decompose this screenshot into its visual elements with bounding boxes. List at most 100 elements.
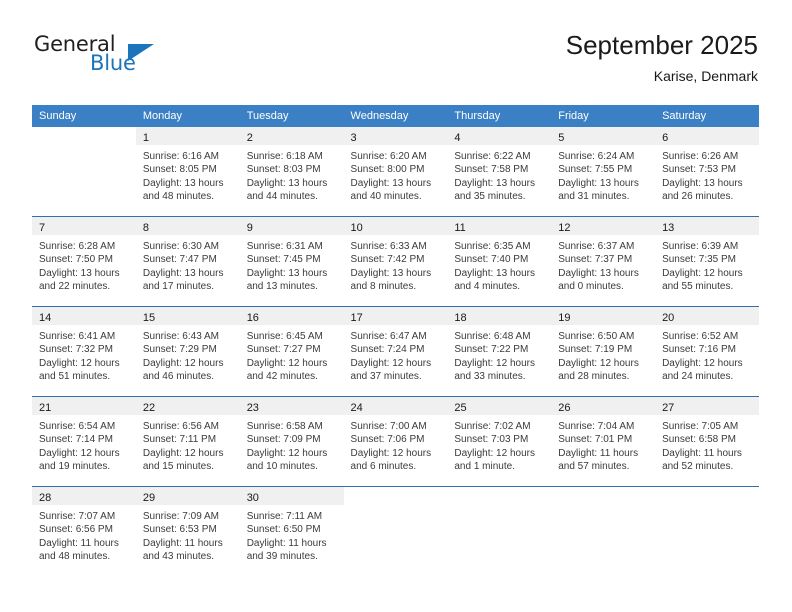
day-detail-lines: Sunrise: 7:07 AM Sunset: 6:56 PM Daylight:… [32,505,136,564]
day-number-band: 13 [655,217,759,235]
day-detail-line: Sunset: 7:24 PM [350,344,425,356]
calendar-day-cell[interactable]: 5 Sunrise: 6:24 AM Sunset: 7:55 PM Daylight… [551,127,656,217]
calendar-day-cell[interactable]: 14 Sunrise: 6:41 AM Sunset: 7:32 PM Dayligh… [32,306,136,397]
calendar-day-cell[interactable]: 7 Sunrise: 6:28 AM Sunset: 7:50 PM Daylight… [32,216,136,307]
day-cell-inner: 25 Sunrise: 7:02 AM Sunset: 7:03 PM Dayligh… [447,397,552,486]
day-detail-line: Sunset: 7:37 PM [558,254,633,266]
generalblue-logo[interactable]: General Blue [34,32,214,82]
day-number: 3 [350,132,357,144]
day-detail-lines: Sunrise: 7:04 AM Sunset: 7:01 PM Daylight:… [551,415,655,474]
day-number-band [551,487,655,505]
day-detail-line: Daylight: 13 hours [662,177,743,189]
day-detail-lines: Sunrise: 6:45 AM Sunset: 7:27 PM Daylight:… [240,325,344,384]
calendar-day-cell[interactable]: 3 Sunrise: 6:20 AM Sunset: 8:00 PM Daylight… [343,127,448,217]
calendar-day-cell[interactable]: 20 Sunrise: 6:52 AM Sunset: 7:16 PM Dayligh… [655,306,759,397]
calendar-day-cell[interactable]: 9 Sunrise: 6:31 AM Sunset: 7:45 PM Daylight… [239,216,344,307]
day-cell-inner: 13 Sunrise: 6:39 AM Sunset: 7:35 PM Dayligh… [655,217,759,306]
calendar-day-cell[interactable]: 28 Sunrise: 7:07 AM Sunset: 6:56 PM Dayligh… [32,486,136,576]
calendar-day-cell[interactable]: 19 Sunrise: 6:50 AM Sunset: 7:19 PM Dayligh… [551,306,656,397]
day-detail-line: and 46 minutes. [142,371,215,383]
day-detail-line: and 55 minutes. [662,281,734,293]
day-number: 2 [246,132,253,144]
day-detail-lines: Sunrise: 6:52 AM Sunset: 7:16 PM Daylight:… [655,325,759,384]
day-cell-inner: 8 Sunrise: 6:30 AM Sunset: 7:47 PM Daylight… [135,217,240,306]
day-number-band: 20 [655,307,759,325]
day-detail-line: Daylight: 13 hours [350,267,432,279]
day-cell-inner: 3 Sunrise: 6:20 AM Sunset: 8:00 PM Daylight… [343,127,448,216]
calendar-day-cell[interactable]: 11 Sunrise: 6:35 AM Sunset: 7:40 PM Dayligh… [447,216,552,307]
calendar-grid: Sunday Monday Tuesday Wednesday Thursday Frid… [32,105,759,576]
day-detail-lines: Sunrise: 6:26 AM Sunset: 7:53 PM Daylight:… [655,145,759,204]
weekday-header-monday: Monday [135,105,240,127]
day-cell-inner: 9 Sunrise: 6:31 AM Sunset: 7:45 PM Daylight… [239,217,344,306]
calendar-day-cell[interactable]: 8 Sunrise: 6:30 AM Sunset: 7:47 PM Daylight… [135,216,240,307]
calendar-day-cell[interactable]: 1 Sunrise: 6:16 AM Sunset: 8:05 PM Daylight… [135,127,240,217]
day-detail-line: and 24 minutes. [662,371,734,383]
calendar-day-cell[interactable]: 23 Sunrise: 6:58 AM Sunset: 7:09 PM Dayligh… [239,396,344,487]
calendar-day-cell[interactable]: 26 Sunrise: 7:04 AM Sunset: 7:01 PM Dayligh… [551,396,656,487]
calendar-day-cell[interactable]: 25 Sunrise: 7:02 AM Sunset: 7:03 PM Dayligh… [447,396,552,487]
day-detail-line: Sunrise: 6:20 AM [350,151,427,162]
calendar-day-cell[interactable]: 29 Sunrise: 7:09 AM Sunset: 6:53 PM Dayligh… [135,486,240,576]
calendar-day-cell[interactable]: 27 Sunrise: 7:05 AM Sunset: 6:58 PM Dayligh… [655,396,759,487]
day-detail-line: and 37 minutes. [350,371,422,383]
calendar-day-cell[interactable]: 24 Sunrise: 7:00 AM Sunset: 7:06 PM Dayligh… [343,396,448,487]
calendar-day-cell[interactable]: 18 Sunrise: 6:48 AM Sunset: 7:22 PM Dayligh… [447,306,552,397]
calendar-day-cell[interactable]: 21 Sunrise: 6:54 AM Sunset: 7:14 PM Dayligh… [32,396,136,487]
day-cell-inner [344,487,448,576]
day-detail-lines [551,505,655,510]
calendar-day-cell[interactable]: 16 Sunrise: 6:45 AM Sunset: 7:27 PM Dayligh… [239,306,344,397]
day-detail-lines: Sunrise: 7:05 AM Sunset: 6:58 PM Daylight:… [655,415,759,474]
day-detail-line: Sunset: 8:05 PM [142,164,217,176]
page-title: September 2025 [565,30,758,60]
day-detail-line: Sunset: 7:53 PM [662,164,736,176]
day-detail-line: Sunset: 7:03 PM [454,434,529,446]
day-cell-inner: 16 Sunrise: 6:45 AM Sunset: 7:27 PM Dayligh… [239,307,344,396]
day-detail-line: Sunrise: 6:58 AM [246,421,323,432]
day-detail-lines: Sunrise: 6:18 AM Sunset: 8:03 PM Daylight:… [240,145,344,204]
calendar-day-cell[interactable]: 2 Sunrise: 6:18 AM Sunset: 8:03 PM Daylight… [239,127,344,217]
calendar-day-cell[interactable]: 30 Sunrise: 7:11 AM Sunset: 6:50 PM Dayligh… [239,486,344,576]
day-detail-line: and 52 minutes. [662,461,734,473]
day-detail-lines [655,505,759,510]
day-detail-line: Sunset: 7:14 PM [39,434,113,446]
day-detail-line: Sunset: 7:19 PM [558,344,633,356]
day-number-band: 15 [135,307,240,325]
calendar-day-cell[interactable]: 10 Sunrise: 6:33 AM Sunset: 7:42 PM Dayligh… [343,216,448,307]
day-detail-line: Sunrise: 6:39 AM [662,241,739,252]
day-cell-inner: 27 Sunrise: 7:05 AM Sunset: 6:58 PM Dayligh… [655,397,759,486]
day-number: 15 [142,312,156,324]
calendar-day-cell[interactable]: 17 Sunrise: 6:47 AM Sunset: 7:24 PM Dayligh… [343,306,448,397]
day-cell-inner: 5 Sunrise: 6:24 AM Sunset: 7:55 PM Daylight… [551,127,656,216]
day-detail-line: Daylight: 13 hours [454,177,535,189]
day-detail-line: Sunset: 8:03 PM [246,164,321,176]
day-detail-lines: Sunrise: 6:43 AM Sunset: 7:29 PM Daylight:… [136,325,240,384]
day-number: 7 [39,222,46,234]
calendar-week-row: 28 Sunrise: 7:07 AM Sunset: 6:56 PM Dayligh… [32,486,759,576]
day-number: 25 [454,402,467,414]
day-cell-inner: 2 Sunrise: 6:18 AM Sunset: 8:03 PM Daylight… [239,127,344,216]
day-detail-line: Daylight: 11 hours [246,537,327,549]
day-detail-line: Sunrise: 6:18 AM [246,151,323,162]
day-cell-inner: 7 Sunrise: 6:28 AM Sunset: 7:50 PM Daylight… [32,217,136,306]
calendar-day-cell-empty [447,486,552,576]
calendar-day-cell[interactable]: 13 Sunrise: 6:39 AM Sunset: 7:35 PM Dayligh… [655,216,759,307]
calendar-page: General Blue September 2025 Karise, Denm… [0,0,792,612]
day-detail-line: Sunrise: 6:37 AM [558,241,635,252]
calendar-body: 1 Sunrise: 6:16 AM Sunset: 8:05 PM Daylight… [32,127,759,576]
day-number-band [344,487,448,505]
day-detail-line: and 48 minutes. [142,191,215,203]
day-cell-inner: 10 Sunrise: 6:33 AM Sunset: 7:42 PM Dayligh… [343,217,448,306]
day-detail-line: Sunset: 7:55 PM [558,164,633,176]
day-detail-line: Daylight: 12 hours [454,357,535,369]
day-detail-line: Daylight: 13 hours [246,177,328,189]
calendar-day-cell[interactable]: 22 Sunrise: 6:56 AM Sunset: 7:11 PM Dayligh… [135,396,240,487]
day-detail-line: Daylight: 13 hours [350,177,432,189]
calendar-day-cell[interactable]: 12 Sunrise: 6:37 AM Sunset: 7:37 PM Dayligh… [551,216,656,307]
calendar-day-cell[interactable]: 6 Sunrise: 6:26 AM Sunset: 7:53 PM Daylight… [655,127,759,217]
calendar-day-cell[interactable]: 15 Sunrise: 6:43 AM Sunset: 7:29 PM Dayligh… [135,306,240,397]
day-detail-line: and 1 minute. [454,461,515,473]
calendar-day-cell[interactable]: 4 Sunrise: 6:22 AM Sunset: 7:58 PM Daylight… [447,127,552,217]
day-detail-line: Daylight: 13 hours [142,177,224,189]
day-number-band: 5 [551,127,656,145]
